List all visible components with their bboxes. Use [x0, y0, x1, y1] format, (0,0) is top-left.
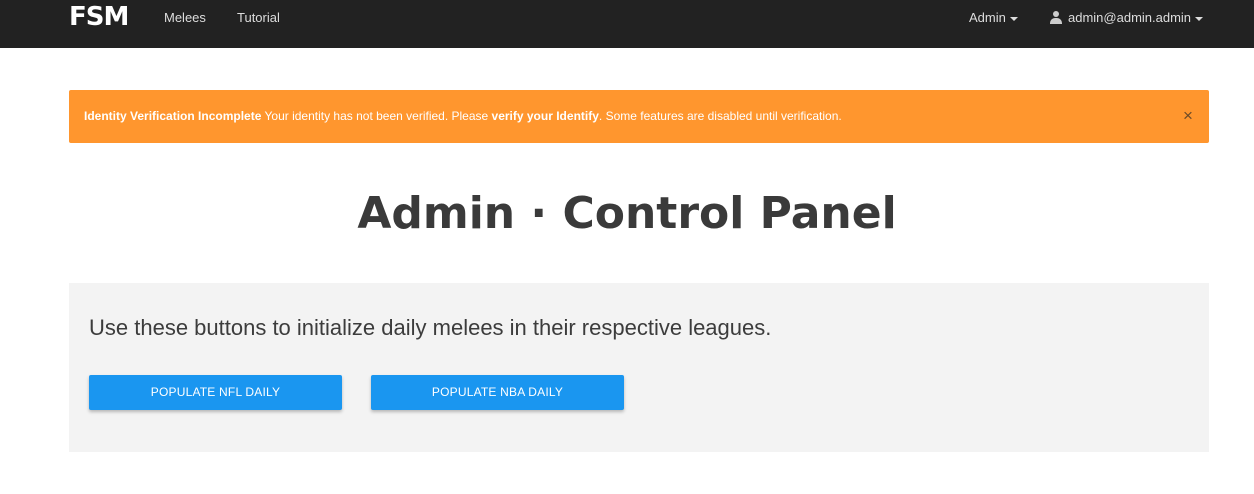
brand-logo[interactable]: FSM	[69, 3, 129, 31]
page-title: Admin · Control Panel	[357, 188, 897, 239]
caret-down-icon	[1009, 16, 1018, 21]
alert-message-before: Your identity has not been verified. Ple…	[261, 109, 492, 123]
admin-dropdown[interactable]: Admin	[969, 10, 1018, 26]
control-panel-well: Use these buttons to initialize daily me…	[69, 283, 1209, 452]
alert-message-after: . Some features are disabled until verif…	[598, 109, 842, 123]
close-icon[interactable]: ×	[1180, 106, 1196, 126]
populate-nfl-daily-button[interactable]: POPULATE NFL DAILY	[89, 375, 342, 410]
user-dropdown-label: admin@admin.admin	[1068, 10, 1192, 25]
well-instructions: Use these buttons to initialize daily me…	[89, 315, 772, 340]
nav-link-tutorial[interactable]: Tutorial	[237, 10, 280, 26]
verify-identity-link[interactable]: verify your Identify	[492, 109, 599, 123]
populate-nba-daily-button[interactable]: POPULATE NBA DAILY	[371, 375, 624, 410]
admin-dropdown-label: Admin	[969, 10, 1006, 25]
user-icon	[1050, 11, 1062, 24]
top-navbar: FSM Melees Tutorial Admin admin@admin.ad…	[0, 0, 1254, 48]
identity-verification-alert: Identity Verification Incomplete Your id…	[69, 90, 1209, 143]
caret-down-icon	[1195, 16, 1204, 21]
alert-title: Identity Verification Incomplete	[84, 109, 262, 123]
nav-link-melees[interactable]: Melees	[164, 10, 206, 26]
alert-message: Identity Verification Incomplete Your id…	[84, 109, 842, 124]
user-dropdown[interactable]: admin@admin.admin	[1050, 10, 1204, 26]
